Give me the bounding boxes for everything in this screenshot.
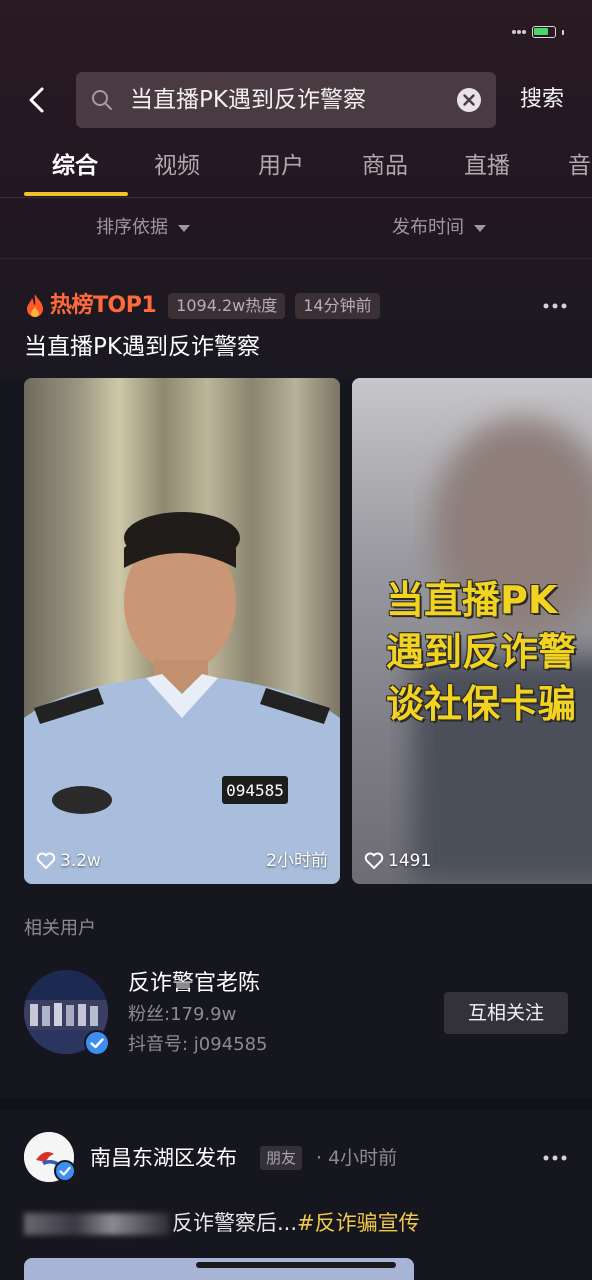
- blurred-text: [24, 1213, 170, 1235]
- publish-time-filter[interactable]: 发布时间: [392, 212, 486, 244]
- user-name: 反诈警官老陈: [128, 971, 261, 996]
- police-number-badge: 094585: [226, 781, 284, 800]
- user-douyin-id: 抖音号: j094585: [128, 1034, 268, 1055]
- home-indicator: [196, 1262, 396, 1268]
- search-icon: [92, 90, 112, 110]
- post-header[interactable]: 南昌东湖区发布 朋友 · 4小时前: [24, 1132, 568, 1184]
- category-tabs: 综合 视频 用户 商品 直播 音: [0, 140, 592, 196]
- search-input[interactable]: 当直播PK遇到反诈警察: [76, 72, 496, 128]
- follow-button[interactable]: 互相关注: [444, 992, 568, 1034]
- more-icon[interactable]: [542, 1154, 568, 1162]
- video-overlay-line: 遇到反诈警: [386, 630, 577, 674]
- search-button[interactable]: 搜索: [520, 84, 564, 116]
- tab-products[interactable]: 商品: [362, 150, 408, 182]
- filter-bar: 排序依据 发布时间: [0, 212, 592, 246]
- officer-figure: 094585: [24, 512, 340, 884]
- heart-icon: [364, 852, 384, 869]
- battery-icon: [532, 26, 556, 38]
- like-count: 1491: [364, 850, 431, 872]
- hot-badge: 热榜TOP1: [50, 293, 157, 318]
- back-arrow-icon[interactable]: [22, 84, 54, 116]
- like-count-text: 1491: [388, 851, 432, 871]
- divider: [0, 197, 592, 198]
- search-query: 当直播PK遇到反诈警察: [130, 87, 366, 113]
- section-divider: [0, 1098, 592, 1110]
- video-overlay-line: 当直播PK: [386, 578, 558, 622]
- post-text[interactable]: 反诈警察后...#反诈骗宣传: [24, 1206, 420, 1240]
- sort-filter[interactable]: 排序依据: [96, 212, 190, 244]
- friend-tag: 朋友: [260, 1146, 303, 1170]
- status-bar: [512, 26, 564, 38]
- post-author[interactable]: 南昌东湖区发布: [90, 1142, 237, 1174]
- video-card[interactable]: 当直播PK 遇到反诈警 谈社保卡骗 1491: [352, 378, 592, 884]
- hot-time: 14分钟前: [295, 293, 380, 319]
- more-icon[interactable]: [542, 302, 568, 310]
- clear-icon[interactable]: [456, 87, 482, 113]
- related-users-label: 相关用户: [24, 918, 96, 939]
- publish-time-filter-label: 发布时间: [392, 217, 464, 238]
- heart-icon: [36, 852, 56, 869]
- heat-count: 1094.2w热度: [168, 293, 286, 319]
- like-count: 3.2w: [36, 850, 101, 872]
- hot-list-row[interactable]: 热榜TOP1 1094.2w热度 14分钟前: [24, 290, 390, 322]
- tab-comprehensive[interactable]: 综合: [52, 150, 98, 182]
- verified-icon: [54, 1160, 76, 1182]
- tab-music[interactable]: 音: [568, 150, 591, 182]
- tab-users[interactable]: 用户: [258, 150, 304, 182]
- active-tab-indicator: [24, 192, 128, 196]
- caret-down-icon: [178, 224, 190, 232]
- like-count-text: 3.2w: [60, 851, 101, 871]
- post-text-body: 反诈警察后...: [172, 1211, 298, 1235]
- video-time-text: 2小时前: [266, 851, 328, 871]
- flame-icon: [27, 294, 43, 317]
- hashtag-link[interactable]: #反诈骗宣传: [297, 1211, 420, 1235]
- video-overlay-line: 谈社保卡骗: [386, 682, 577, 726]
- caret-down-icon: [474, 224, 486, 232]
- hot-topic-title[interactable]: 当直播PK遇到反诈警察: [24, 330, 260, 364]
- related-user-row[interactable]: 反诈警官老陈 粉丝:179.9w 抖音号: j094585 互相关注: [24, 966, 568, 1062]
- video-time: 2小时前: [266, 850, 328, 872]
- verified-icon: [84, 1030, 110, 1056]
- post-time: · 4小时前: [316, 1147, 398, 1169]
- tab-live[interactable]: 直播: [464, 150, 510, 182]
- divider: [0, 258, 592, 259]
- search-bar: 当直播PK遇到反诈警察 搜索: [0, 72, 592, 128]
- user-fans: 粉丝:179.9w: [128, 1004, 237, 1025]
- tab-videos[interactable]: 视频: [154, 150, 200, 182]
- video-card[interactable]: 094585 3.2w 2小时前: [24, 378, 340, 884]
- signal-dots-icon: [512, 30, 526, 34]
- sort-filter-label: 排序依据: [96, 217, 168, 238]
